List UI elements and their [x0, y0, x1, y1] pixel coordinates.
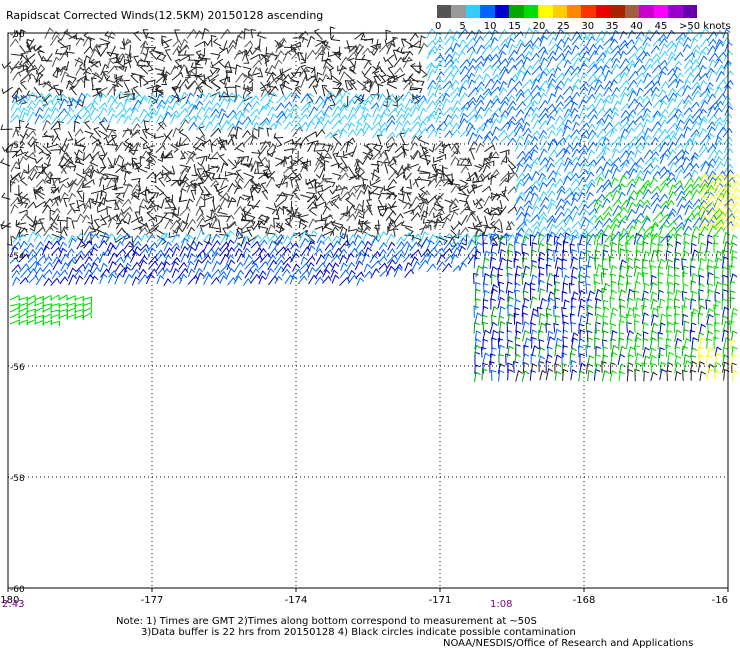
wind-map: -180-177-174-171-168-16 -50-52-54-56-58-…	[0, 26, 740, 606]
wind-barb-layer-navy	[9, 232, 738, 381]
time-label-left: 2:43	[2, 599, 25, 610]
y-tick-label: -56	[10, 363, 25, 373]
note-line-3: NOAA/NESDIS/Office of Research and Appli…	[443, 638, 694, 649]
x-tick-label: -177	[141, 595, 164, 606]
wind-barb-layer-black	[0, 26, 737, 382]
x-tick-label: -171	[429, 595, 452, 606]
note-line-2: 3)Data buffer is 22 hrs from 20150128 4)…	[141, 627, 576, 638]
wind-barbs	[0, 26, 740, 382]
y-tick-label: -50	[10, 30, 25, 40]
x-tick-label: -16	[712, 595, 728, 606]
time-label-center: 1:08	[490, 599, 513, 610]
longitude-ticks: -180-177-174-171-168-16	[0, 595, 728, 606]
note-line-1: Note: 1) Times are GMT 2)Times along bot…	[116, 616, 537, 627]
wind-barb-layer-yellow	[698, 173, 740, 382]
y-tick-label: -60	[10, 585, 25, 595]
wind-barb-layer-green	[9, 174, 739, 382]
wind-barb-layer-gray	[9, 27, 519, 237]
x-tick-label: -168	[573, 595, 596, 606]
x-tick-label: -174	[285, 595, 308, 606]
y-tick-label: -54	[10, 252, 25, 262]
y-tick-label: -52	[10, 141, 25, 151]
y-tick-label: -58	[10, 474, 25, 484]
